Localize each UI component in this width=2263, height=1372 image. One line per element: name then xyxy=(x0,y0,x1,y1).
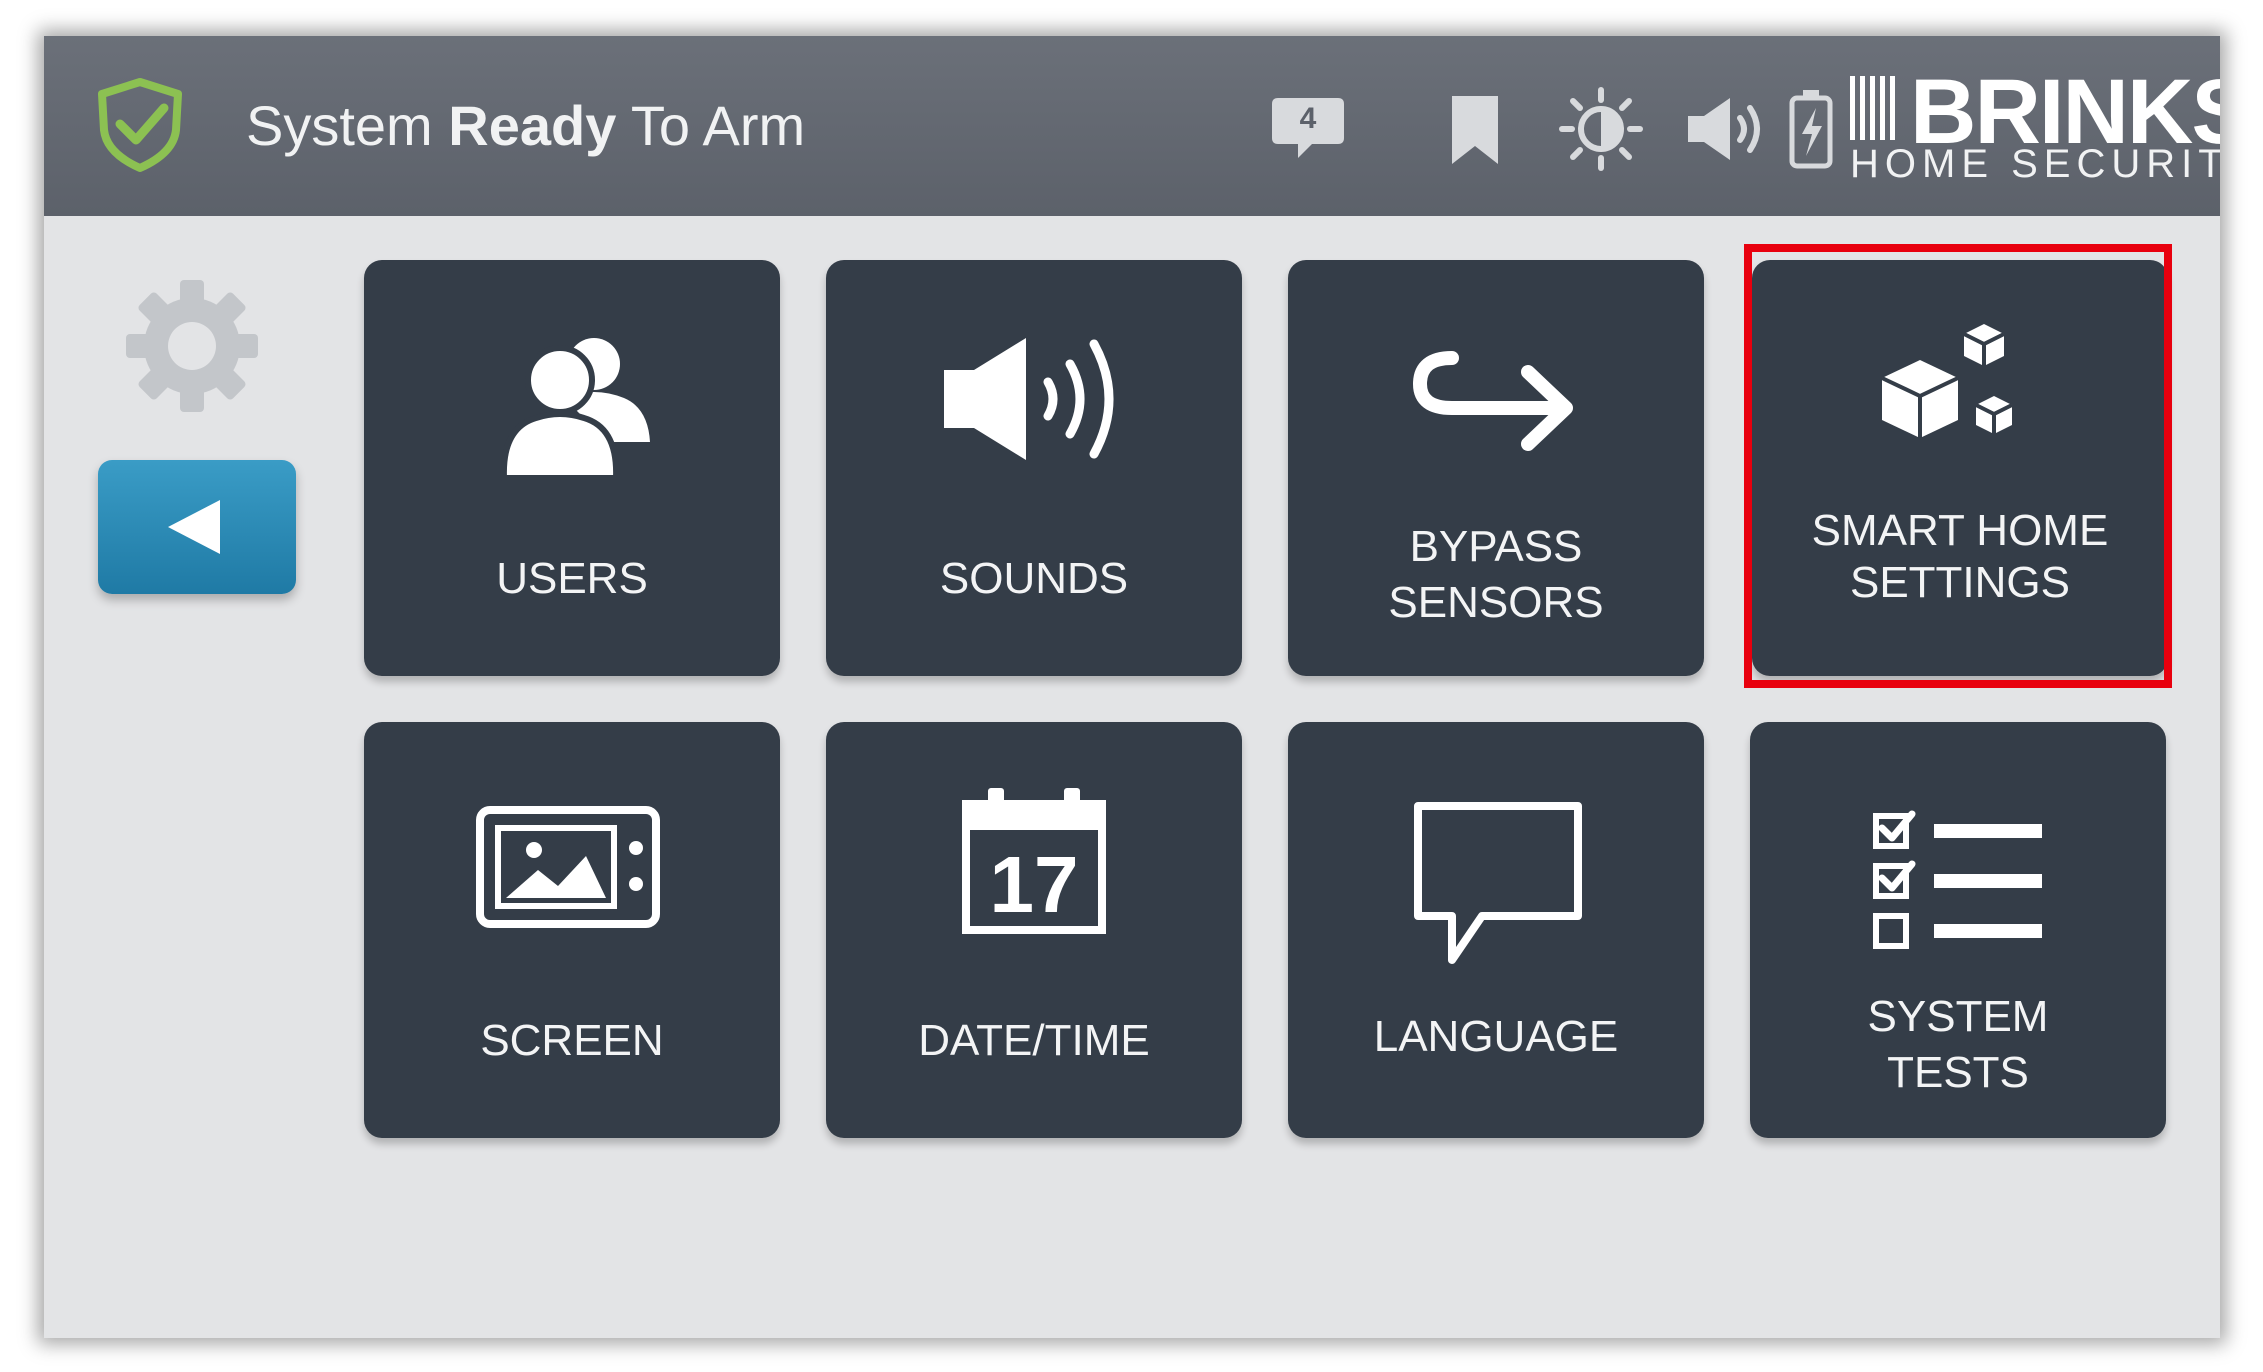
calendar-day: 17 xyxy=(990,840,1079,929)
battery-charging-icon xyxy=(1789,90,1833,169)
bookmark-icon[interactable] xyxy=(1448,92,1502,168)
tile-label: SCREEN xyxy=(480,1016,664,1065)
speech-bubble-icon xyxy=(1414,802,1582,964)
tile-label: BYPASS xyxy=(1409,522,1583,571)
bypass-arrow-icon xyxy=(1412,351,1573,451)
back-button[interactable] xyxy=(98,460,296,594)
notifications-button[interactable]: 4 xyxy=(1270,94,1346,162)
highlight-box xyxy=(1744,244,2172,688)
date-time-tile[interactable]: 17 DATE/TIME xyxy=(826,722,1242,1138)
sounds-tile[interactable]: SOUNDS xyxy=(826,260,1242,676)
system-tests-tile[interactable]: SYSTEM TESTS xyxy=(1750,722,2166,1138)
brand-tagline: HOME SECURITY xyxy=(1850,142,2220,186)
tile-label: DATE/TIME xyxy=(918,1016,1150,1065)
brand-stripes-icon xyxy=(1850,76,1895,140)
status-suffix: To Arm xyxy=(616,94,806,157)
notification-count: 4 xyxy=(1299,102,1317,135)
gear-icon xyxy=(126,280,258,412)
tile-label: SOUNDS xyxy=(939,554,1129,603)
back-arrow-icon xyxy=(168,500,220,554)
checklist-icon xyxy=(1873,810,2042,949)
users-icon xyxy=(500,338,650,481)
tile-label: SYSTEM xyxy=(1867,992,2049,1041)
screen-tile[interactable]: SCREEN xyxy=(364,722,780,1138)
shield-check-icon xyxy=(98,78,182,172)
volume-icon[interactable] xyxy=(1684,94,1770,164)
users-tile[interactable]: USERS xyxy=(364,260,780,676)
system-status-text: System Ready To Arm xyxy=(246,90,805,162)
tile-label: SENSORS xyxy=(1388,578,1604,627)
language-tile[interactable]: LANGUAGE xyxy=(1288,722,1704,1138)
status-bar: System Ready To Arm 4 BRINKS HOME SECURI… xyxy=(44,36,2220,216)
status-emphasis: Ready xyxy=(448,94,617,157)
bypass-sensors-tile[interactable]: BYPASS SENSORS xyxy=(1288,260,1704,676)
tile-label: LANGUAGE xyxy=(1373,1012,1619,1061)
tile-label: TESTS xyxy=(1887,1048,2029,1097)
brightness-icon[interactable] xyxy=(1558,86,1644,172)
calendar-icon: 17 xyxy=(962,788,1106,934)
screen-icon xyxy=(476,806,660,928)
tile-label: USERS xyxy=(496,554,648,603)
panel-screen: System Ready To Arm 4 BRINKS HOME SECURI… xyxy=(44,36,2220,1338)
speaker-icon xyxy=(944,338,1114,460)
status-prefix: System xyxy=(246,94,449,157)
